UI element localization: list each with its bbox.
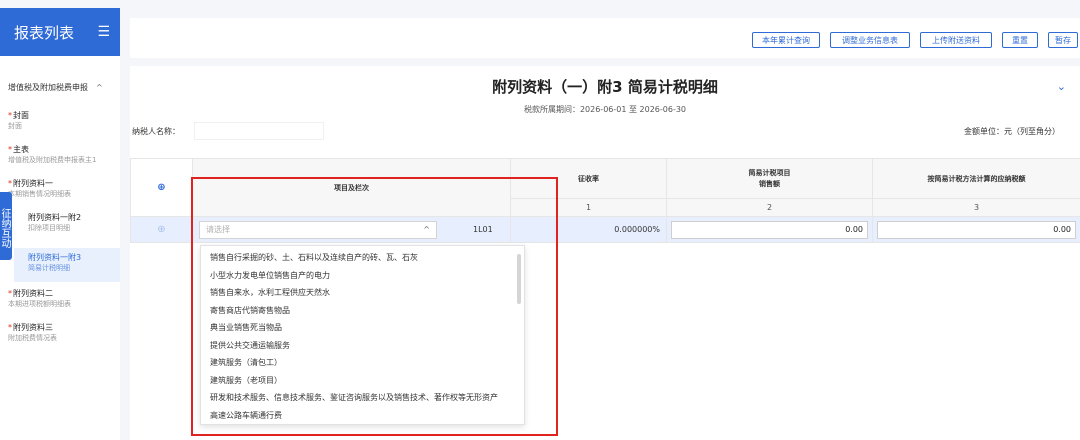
header-item-line: 项目及栏次 <box>192 158 511 217</box>
amount-unit: 金额单位：元（列至角分） <box>964 127 1060 136</box>
chevron-down-icon[interactable]: ⌄ <box>1057 80 1066 93</box>
col-number-1: 1 <box>510 198 667 217</box>
sidebar-item-schedule-1-attach-2[interactable]: 附列资料一附2 扣除项目明细 <box>28 212 120 234</box>
taxpayer-label: 纳税人名称： <box>132 127 180 136</box>
dropdown-scrollbar[interactable] <box>517 254 521 304</box>
tax-input[interactable]: 0.00 <box>877 220 1076 239</box>
chevron-up-icon[interactable]: ^ <box>96 83 103 92</box>
dropdown-option[interactable]: 寄售商店代销寄售物品 <box>201 302 524 320</box>
dropdown-option[interactable]: 销售自行采掘的砂、土、石料以及连续自产的砖、瓦、石灰 <box>201 249 524 267</box>
tax-period: 税款所属期间：2026-06-01 至 2026-06-30 <box>523 105 687 114</box>
chevron-up-icon[interactable]: ^ <box>423 225 430 234</box>
rate-value: 0.000000% <box>510 216 667 243</box>
item-dropdown: 销售自行采掘的砂、土、石料以及连续自产的砖、瓦、石灰 小型水力发电单位销售自产的… <box>200 245 525 425</box>
sidebar-item-schedule-1[interactable]: *附列资料一 本期销售情况明细表 <box>8 178 118 200</box>
table-row: ⊕ 请选择 ^ 1L01 0.000000% 0.00 0.00 <box>130 216 1080 243</box>
sidebar-header: 报表列表 ☰ <box>0 8 120 56</box>
header-rate: 征收率 <box>510 158 667 199</box>
col-number-2: 2 <box>666 198 873 217</box>
interaction-float-tab[interactable]: 征纳互动 <box>0 192 12 260</box>
dropdown-option[interactable]: 建筑服务（老项目） <box>201 372 524 390</box>
sidebar-item-cover[interactable]: *封面 封面 <box>8 110 118 132</box>
menu-icon[interactable]: ☰ <box>97 24 110 40</box>
page-title: 附列资料（一）附3 简易计税明细 <box>492 78 718 96</box>
dropdown-option[interactable]: 小型水力发电单位销售自产的电力 <box>201 267 524 285</box>
sales-input[interactable]: 0.00 <box>671 220 868 239</box>
header-tax: 按简易计税方法计算的应纳税额 <box>872 158 1080 199</box>
col-number-3: 3 <box>872 198 1080 217</box>
header-sales: 简易计税项目 销售额 <box>666 158 873 199</box>
dropdown-option[interactable]: 研发和技术服务、信息技术服务、鉴证咨询服务以及销售技术、著作权等无形资产 <box>201 389 524 407</box>
sidebar-item-schedule-3[interactable]: *附列资料三 附加税费情况表 <box>8 322 118 344</box>
simplified-tax-table: ⊕ 项目及栏次 征收率 简易计税项目 销售额 按简易计税方法计算的应纳税额 1 … <box>130 158 1080 243</box>
app-root: 报表列表 ☰ 增值税及附加税费申报 ^ *封面 封面 *主表 增值税及附加税费申… <box>0 0 1080 440</box>
taxpayer-name-field <box>194 122 324 140</box>
sidebar: 报表列表 ☰ 增值税及附加税费申报 ^ *封面 封面 *主表 增值税及附加税费申… <box>0 8 120 440</box>
sidebar-item-main-table[interactable]: *主表 增值税及附加税费申报表主1 <box>8 144 118 166</box>
dropdown-option[interactable]: 典当业销售死当物品 <box>201 319 524 337</box>
sidebar-item-schedule-2[interactable]: *附列资料二 本期进项税额明细表 <box>8 288 118 310</box>
dropdown-option[interactable]: 高速公路车辆通行费 <box>201 407 524 425</box>
sidebar-group-label: 增值税及附加税费申报 <box>8 83 88 92</box>
item-select[interactable]: 请选择 ^ <box>199 220 437 239</box>
row-add-icon[interactable]: ⊕ <box>130 216 193 243</box>
annual-cumulative-query-button[interactable]: 本年累计查询 <box>752 32 820 48</box>
dropdown-option[interactable]: 建筑服务（清包工） <box>201 354 524 372</box>
dropdown-option[interactable]: 销售自来水，水利工程供应天然水 <box>201 284 524 302</box>
sidebar-title: 报表列表 <box>14 23 75 42</box>
toolbar: 本年累计查询 调整业务信息表 上传附送资料 重置 暂存 <box>130 18 1080 58</box>
reset-button[interactable]: 重置 <box>1002 32 1038 48</box>
save-draft-button[interactable]: 暂存 <box>1048 32 1078 48</box>
adjust-business-info-button[interactable]: 调整业务信息表 <box>830 32 910 48</box>
dropdown-option[interactable]: 提供公共交通运输服务 <box>201 337 524 355</box>
upload-attachments-button[interactable]: 上传附送资料 <box>920 32 992 48</box>
item-select-placeholder: 请选择 <box>206 225 230 234</box>
sidebar-group-vat[interactable]: 增值税及附加税费申报 ^ <box>8 82 103 93</box>
line-number: 1L01 <box>473 225 493 234</box>
sidebar-item-schedule-1-attach-3[interactable]: 附列资料一附3 简易计税明细 <box>14 248 120 282</box>
add-row-icon[interactable]: ⊕ <box>130 158 193 217</box>
